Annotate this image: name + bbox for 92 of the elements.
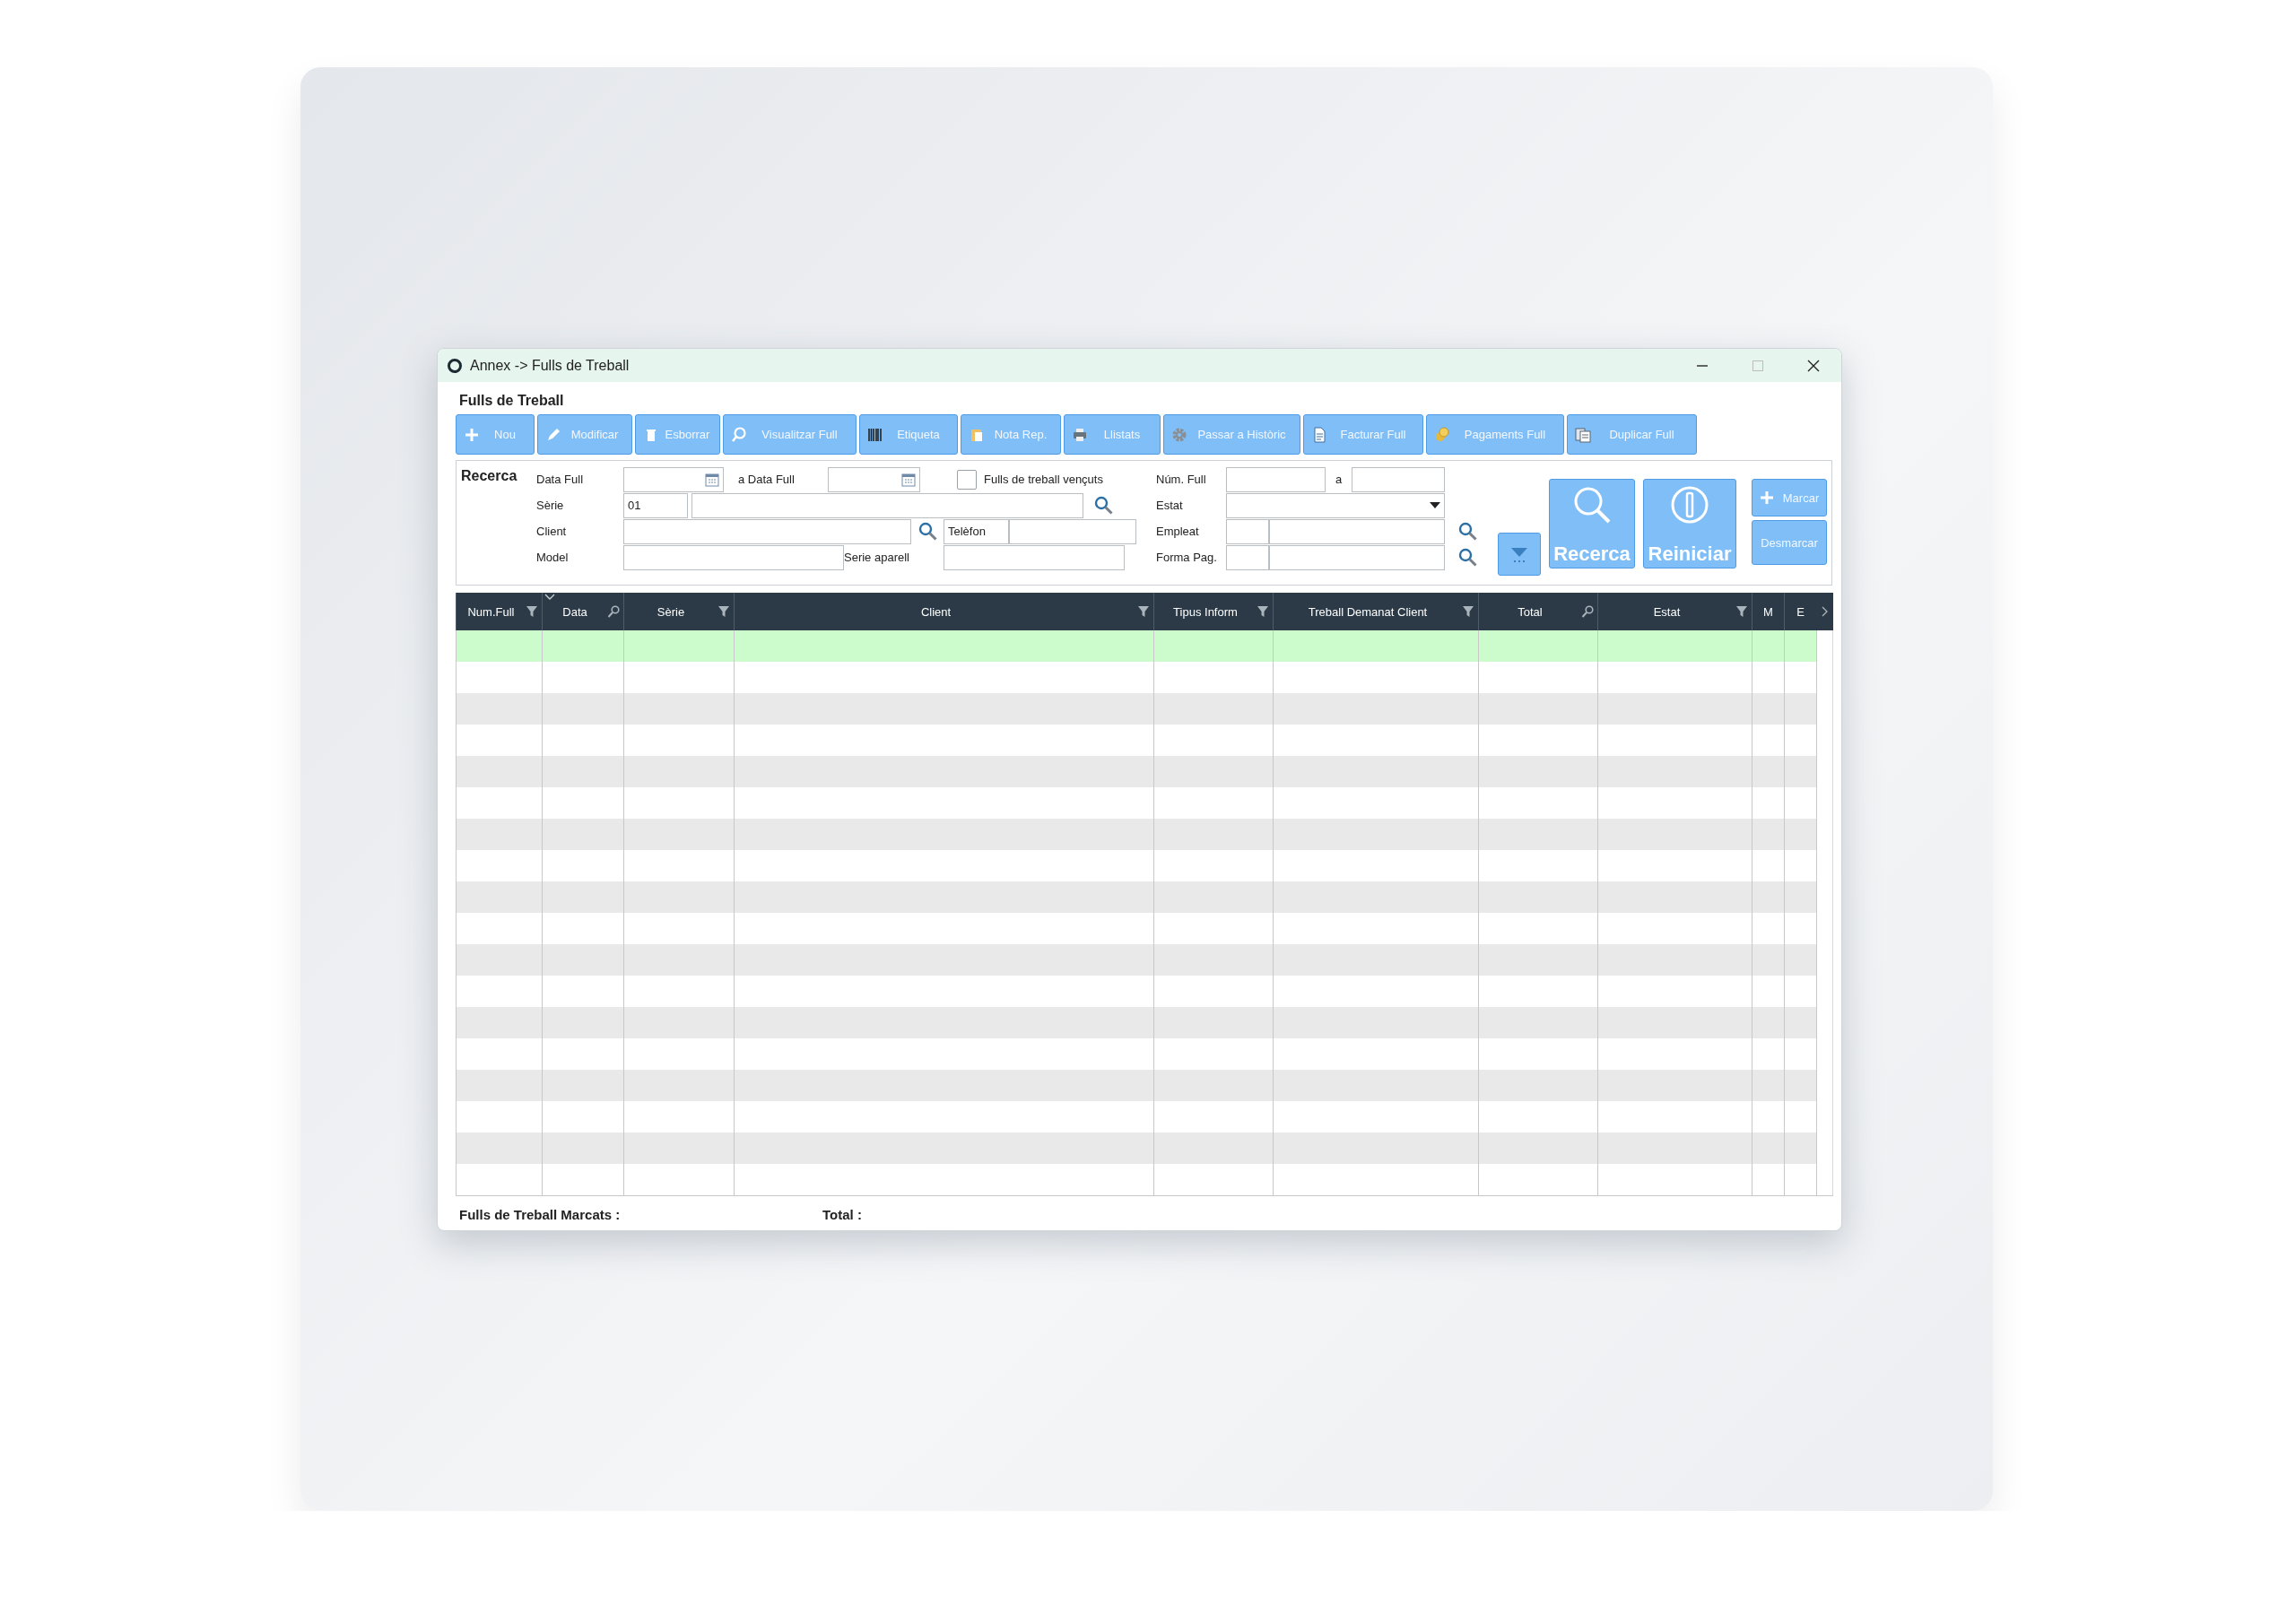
printer-icon — [1072, 426, 1088, 443]
scroll-right-icon — [1821, 606, 1829, 617]
filter-icon — [1257, 605, 1269, 618]
app-logo-icon — [447, 357, 463, 374]
search-icon — [1458, 521, 1478, 542]
section-title: Recerca — [461, 467, 518, 485]
page-heading: Fulls de Treball — [458, 392, 565, 410]
toolbar-button[interactable]: Visualitzar Full — [723, 414, 857, 455]
plus-icon — [464, 426, 480, 443]
table-row[interactable] — [456, 1164, 1833, 1195]
calendar-icon — [705, 472, 719, 487]
filter-icon — [1462, 605, 1474, 618]
input-field[interactable] — [1226, 466, 1326, 492]
reset-button[interactable]: Reiniciar — [1643, 479, 1736, 568]
table-row[interactable] — [456, 1070, 1833, 1101]
toolbar-button[interactable]: Facturar Full — [1303, 414, 1423, 455]
field-label: Sèrie — [536, 499, 565, 512]
filter-icon — [718, 605, 730, 618]
search-icon — [1458, 547, 1478, 568]
unmark-button[interactable]: Desmarcar — [1752, 520, 1827, 565]
filter-icon — [1735, 605, 1748, 618]
magnifier-icon — [1581, 605, 1594, 618]
field-label: Model — [536, 551, 570, 564]
toolbar-button[interactable]: Esborrar — [635, 414, 720, 455]
toolbar-button[interactable]: Nota Rep. — [961, 414, 1061, 455]
filter-toggle-button[interactable] — [1498, 533, 1541, 576]
field-label: Serie aparell — [844, 551, 910, 564]
input-field[interactable] — [1352, 466, 1445, 492]
field-label: Núm. Full — [1156, 473, 1207, 486]
search-icon — [918, 521, 938, 542]
input-field[interactable] — [623, 544, 844, 570]
field-label: Data Full — [536, 473, 585, 486]
input-field[interactable] — [623, 518, 911, 544]
pencil-icon — [545, 426, 561, 443]
maximize-icon — [1752, 359, 1764, 372]
info-icon — [1670, 485, 1709, 525]
search-button[interactable]: Recerca — [1549, 479, 1635, 568]
window-title: Annex -> Fulls de Treball — [470, 357, 631, 374]
field-label: Estat — [1156, 499, 1184, 512]
calendar-icon — [901, 472, 916, 487]
toolbar-button[interactable]: Nou — [456, 414, 535, 455]
field-label: Empleat — [1156, 525, 1200, 538]
table-row[interactable] — [456, 630, 1833, 662]
table-row[interactable] — [456, 944, 1833, 976]
date-field[interactable] — [623, 466, 724, 492]
filter-icon — [1137, 605, 1150, 618]
field-label: Fulls de treball vençuts — [984, 473, 1104, 486]
barcode-icon — [867, 426, 883, 443]
toolbar-button[interactable]: Modificar — [537, 414, 632, 455]
table-row[interactable] — [456, 756, 1833, 787]
table-row[interactable] — [456, 693, 1833, 725]
field-label: Telèfon — [944, 518, 1009, 544]
document-icon — [1311, 426, 1327, 443]
input-field[interactable] — [1269, 544, 1445, 570]
filter-icon — [526, 605, 538, 618]
close-icon — [1807, 359, 1820, 372]
marked-count-label: Fulls de Treball Marcats : — [459, 1207, 622, 1222]
toolbar-button[interactable]: Duplicar Full — [1567, 414, 1697, 455]
toolbar-button[interactable]: Etiqueta — [859, 414, 958, 455]
field-label: Client — [536, 525, 568, 538]
table-row[interactable] — [456, 819, 1833, 850]
dropdown-field[interactable] — [1226, 492, 1445, 518]
field-label: Forma Pag. — [1156, 551, 1218, 564]
table-row[interactable] — [456, 881, 1833, 913]
mark-button[interactable]: Marcar — [1752, 479, 1827, 516]
coins-icon — [1434, 426, 1450, 443]
range-separator: a — [1334, 473, 1344, 486]
search-icon — [1572, 485, 1612, 525]
input-field[interactable] — [691, 492, 1083, 518]
input-field[interactable] — [1009, 518, 1136, 544]
series-code-field[interactable]: 01 — [623, 492, 688, 518]
checkbox[interactable] — [957, 469, 977, 490]
magnifier-icon — [607, 605, 620, 618]
input-field[interactable] — [1226, 518, 1269, 544]
input-field[interactable] — [1269, 518, 1445, 544]
field-label: a Data Full — [738, 473, 796, 486]
copy-icon — [1575, 426, 1591, 443]
input-field[interactable] — [1226, 544, 1269, 570]
minimize-icon — [1697, 364, 1708, 367]
dropdown-arrow-icon — [1430, 501, 1440, 509]
magnifier-icon — [731, 426, 747, 443]
toolbar-button[interactable]: Passar a Històric — [1163, 414, 1300, 455]
date-field[interactable] — [828, 466, 920, 492]
table-row[interactable] — [456, 1007, 1833, 1038]
search-icon — [1094, 495, 1114, 516]
plus-icon — [1759, 490, 1774, 505]
gear-icon — [1171, 426, 1187, 443]
toolbar-button[interactable]: Pagaments Full — [1426, 414, 1564, 455]
toolbar-button[interactable]: Llistats — [1064, 414, 1161, 455]
input-field[interactable] — [944, 544, 1125, 570]
table-row[interactable] — [456, 1133, 1833, 1164]
total-label: Total : — [822, 1207, 862, 1222]
